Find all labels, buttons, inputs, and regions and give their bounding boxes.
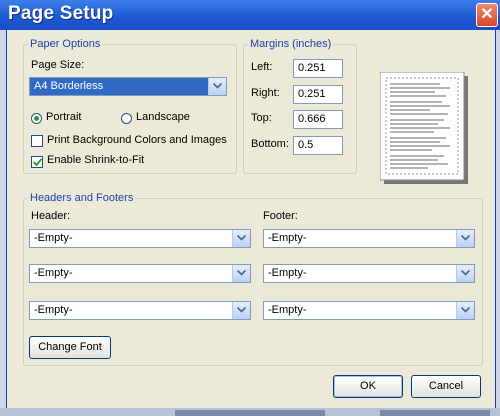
chevron-down-icon[interactable] [456, 230, 474, 247]
print-background-label: Print Background Colors and Images [47, 134, 227, 146]
headers-footers-legend: Headers and Footers [30, 192, 134, 204]
footer-select-2[interactable]: -Empty- [263, 264, 475, 283]
checkmark-icon [33, 158, 42, 167]
footer-select-value: -Empty- [268, 267, 307, 279]
print-background-checkbox[interactable] [31, 135, 43, 147]
taskbar-strip [0, 408, 500, 416]
header-select-1[interactable]: -Empty- [29, 229, 251, 248]
background-window-edge [175, 410, 325, 416]
dialog-body: Paper Options Page Size: A4 Borderless P… [6, 30, 496, 408]
footer-label: Footer: [263, 210, 298, 222]
landscape-label: Landscape [136, 111, 190, 123]
footer-select-3[interactable]: -Empty- [263, 301, 475, 320]
page-preview [380, 72, 468, 184]
title-bar: Page Setup ✕ [0, 0, 500, 30]
change-font-button[interactable]: Change Font [29, 336, 111, 359]
chevron-down-icon[interactable] [456, 265, 474, 282]
footer-select-value: -Empty- [268, 304, 307, 316]
portrait-radio[interactable] [31, 113, 42, 124]
landscape-radio[interactable] [121, 113, 132, 124]
header-select-value: -Empty- [34, 232, 73, 244]
close-icon: ✕ [480, 6, 494, 23]
shrink-to-fit-label: Enable Shrink-to-Fit [47, 154, 145, 166]
header-select-value: -Empty- [34, 304, 73, 316]
chevron-down-icon[interactable] [456, 302, 474, 319]
header-label: Header: [31, 210, 71, 222]
header-select-2[interactable]: -Empty- [29, 264, 251, 283]
footer-select-value: -Empty- [268, 232, 307, 244]
margin-right-label: Right: [251, 87, 280, 99]
paper-options-legend: Paper Options [30, 38, 101, 50]
close-button[interactable]: ✕ [476, 3, 498, 27]
margins-legend: Margins (inches) [250, 38, 332, 50]
page-size-value: A4 Borderless [34, 80, 104, 92]
shrink-to-fit-checkbox[interactable] [31, 156, 43, 168]
page-size-label: Page Size: [31, 59, 85, 71]
chevron-down-icon[interactable] [232, 302, 250, 319]
portrait-label: Portrait [46, 111, 82, 123]
radio-selected-dot [34, 116, 39, 121]
window-title: Page Setup [8, 3, 114, 24]
header-select-3[interactable]: -Empty- [29, 301, 251, 320]
chevron-down-icon[interactable] [232, 265, 250, 282]
margin-left-input[interactable]: 0.251 [293, 59, 343, 78]
margin-top-input[interactable]: 0.666 [293, 110, 343, 129]
ok-button[interactable]: OK [333, 375, 403, 398]
margin-bottom-label: Bottom: [251, 138, 289, 150]
margin-left-label: Left: [251, 61, 273, 73]
page-size-select[interactable]: A4 Borderless [29, 77, 227, 96]
chevron-down-icon[interactable] [208, 78, 226, 95]
chevron-down-icon[interactable] [232, 230, 250, 247]
margin-bottom-input[interactable]: 0.5 [293, 136, 343, 155]
footer-select-1[interactable]: -Empty- [263, 229, 475, 248]
header-select-value: -Empty- [34, 267, 73, 279]
margin-right-input[interactable]: 0.251 [293, 85, 343, 104]
background-window-edge [380, 410, 490, 416]
margin-top-label: Top: [251, 112, 272, 124]
cancel-button[interactable]: Cancel [411, 375, 481, 398]
